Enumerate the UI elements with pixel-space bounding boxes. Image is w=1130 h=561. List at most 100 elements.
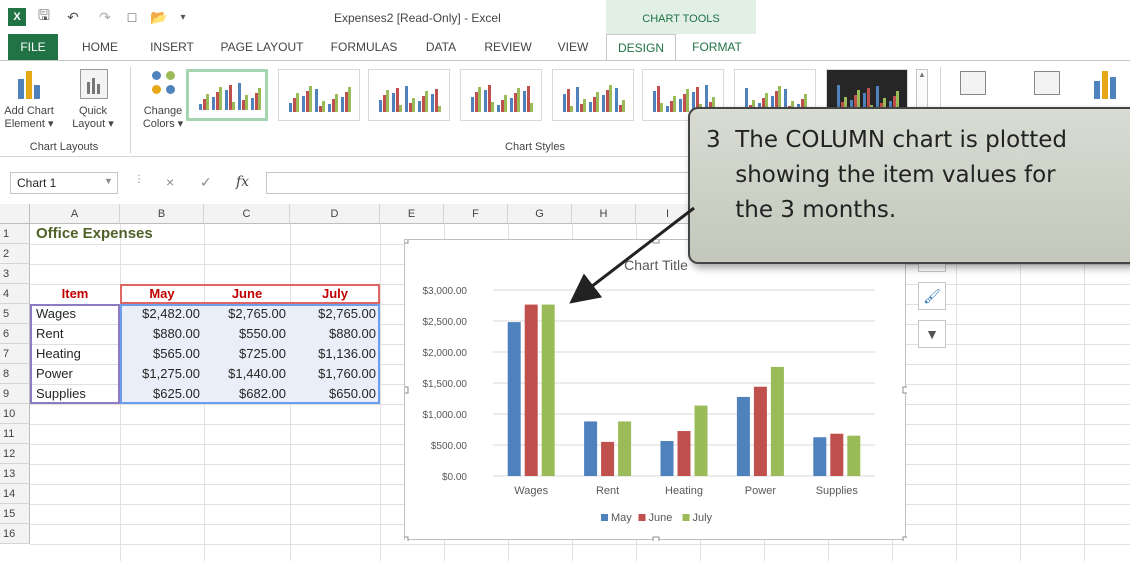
add-chart-element-button[interactable]: Add Chart Element ▾: [0, 105, 58, 131]
value-cell[interactable]: $682.00: [204, 384, 290, 404]
row-header[interactable]: 5: [0, 304, 30, 324]
chart-style-1[interactable]: [186, 69, 268, 121]
style-thumb-bar: [596, 92, 599, 112]
value-cell[interactable]: $550.00: [204, 324, 290, 344]
tab-design[interactable]: DESIGN: [606, 34, 676, 61]
row-header[interactable]: 7: [0, 344, 30, 364]
row-header[interactable]: 4: [0, 284, 30, 304]
value-cell[interactable]: $2,765.00: [290, 304, 380, 324]
value-cell[interactable]: $1,275.00: [120, 364, 204, 384]
tab-review[interactable]: REVIEW: [476, 34, 540, 60]
row-header[interactable]: 2: [0, 244, 30, 264]
change-colors-button[interactable]: Change Colors ▾: [138, 105, 188, 131]
formula-bar-divider: ⋮: [134, 174, 144, 185]
row-header[interactable]: 9: [0, 384, 30, 404]
row-header[interactable]: 16: [0, 524, 30, 544]
chart-style-2[interactable]: [278, 69, 360, 121]
chart-bar: [830, 433, 844, 476]
select-data-icon[interactable]: [1034, 71, 1060, 95]
y-tick-label: $3,000.00: [423, 286, 468, 297]
header-cell-may[interactable]: May: [120, 284, 204, 304]
change-chart-type-icon[interactable]: [1090, 69, 1120, 99]
tab-page-layout[interactable]: PAGE LAYOUT: [212, 34, 312, 60]
name-box-dropdown-icon[interactable]: ▼: [104, 176, 113, 186]
row-header[interactable]: 12: [0, 444, 30, 464]
gridline: [956, 224, 957, 561]
y-tick-label: $1,500.00: [423, 379, 468, 390]
value-cell[interactable]: $1,136.00: [290, 344, 380, 364]
quick-layout-button[interactable]: Quick Layout ▾: [64, 105, 122, 131]
row-header[interactable]: 6: [0, 324, 30, 344]
header-cell-june[interactable]: June: [204, 284, 290, 304]
switch-row-column-icon[interactable]: [960, 71, 986, 95]
column-header[interactable]: B: [120, 204, 204, 224]
column-header[interactable]: E: [380, 204, 444, 224]
chart-style-3[interactable]: [368, 69, 450, 121]
x-tick-label: Wages: [514, 485, 548, 497]
tab-formulas[interactable]: FORMULAS: [322, 34, 406, 60]
row-header[interactable]: 11: [0, 424, 30, 444]
ribbon-tabs: FILE HOME INSERT PAGE LAYOUT FORMULAS DA…: [0, 34, 1130, 61]
tab-data[interactable]: DATA: [416, 34, 466, 60]
value-cell[interactable]: $565.00: [120, 344, 204, 364]
insert-function-button[interactable]: fx: [236, 174, 249, 190]
select-all-corner[interactable]: [0, 204, 30, 224]
value-cell[interactable]: $880.00: [120, 324, 204, 344]
row-header[interactable]: 13: [0, 464, 30, 484]
row-header[interactable]: 15: [0, 504, 30, 524]
item-cell[interactable]: Rent: [36, 324, 63, 344]
column-header[interactable]: D: [290, 204, 380, 224]
style-thumb-bar: [309, 86, 312, 112]
customize-toolbar-icon[interactable]: ▾: [176, 8, 190, 26]
chart-bar: [770, 366, 784, 476]
x-tick-label: Power: [745, 485, 777, 497]
style-thumb-bar: [335, 94, 338, 112]
chart-style-5[interactable]: [552, 69, 634, 121]
cancel-button[interactable]: ×: [166, 174, 174, 190]
style-thumb-bar: [245, 95, 248, 110]
value-cell[interactable]: $725.00: [204, 344, 290, 364]
header-cell-item[interactable]: Item: [30, 284, 120, 304]
item-cell[interactable]: Supplies: [36, 384, 86, 404]
value-cell[interactable]: $1,440.00: [204, 364, 290, 384]
item-cell[interactable]: Power: [36, 364, 73, 384]
column-header[interactable]: F: [444, 204, 508, 224]
row-header[interactable]: 10: [0, 404, 30, 424]
tab-file[interactable]: FILE: [8, 34, 58, 60]
value-cell[interactable]: $625.00: [120, 384, 204, 404]
item-cell[interactable]: Wages: [36, 304, 76, 324]
chart-bar: [541, 304, 555, 476]
value-cell[interactable]: $2,765.00: [204, 304, 290, 324]
chart-style-4[interactable]: [460, 69, 542, 121]
row-header[interactable]: 3: [0, 264, 30, 284]
style-thumb-bar: [673, 96, 676, 112]
style-thumb-bar: [583, 99, 586, 112]
tab-insert[interactable]: INSERT: [140, 34, 204, 60]
item-cell[interactable]: Heating: [36, 344, 81, 364]
enter-button[interactable]: ✓: [200, 174, 212, 191]
row-header[interactable]: 1: [0, 224, 30, 244]
value-cell[interactable]: $650.00: [290, 384, 380, 404]
save-icon[interactable]: 🖫: [36, 7, 52, 26]
open-folder-icon[interactable]: 📂: [150, 8, 168, 26]
chart-resize-handle: [405, 536, 409, 541]
undo-icon[interactable]: ↶: [62, 8, 84, 26]
tab-format[interactable]: FORMAT: [680, 34, 754, 60]
row-header[interactable]: 14: [0, 484, 30, 504]
sheet-title-cell[interactable]: Office Expenses: [36, 224, 153, 244]
style-thumb-bar: [478, 87, 481, 112]
value-cell[interactable]: $880.00: [290, 324, 380, 344]
redo-icon[interactable]: ↷: [94, 8, 116, 26]
value-cell[interactable]: $1,760.00: [290, 364, 380, 384]
column-header[interactable]: C: [204, 204, 290, 224]
chart-filters-icon[interactable]: ▼: [918, 320, 946, 348]
chart-styles-brush-icon[interactable]: 🖌: [918, 282, 946, 310]
name-box[interactable]: Chart 1: [10, 172, 118, 194]
new-file-icon[interactable]: □: [124, 8, 140, 26]
row-header[interactable]: 8: [0, 364, 30, 384]
column-header[interactable]: A: [30, 204, 120, 224]
tab-view[interactable]: VIEW: [548, 34, 598, 60]
header-cell-july[interactable]: July: [290, 284, 380, 304]
tab-home[interactable]: HOME: [70, 34, 130, 60]
value-cell[interactable]: $2,482.00: [120, 304, 204, 324]
